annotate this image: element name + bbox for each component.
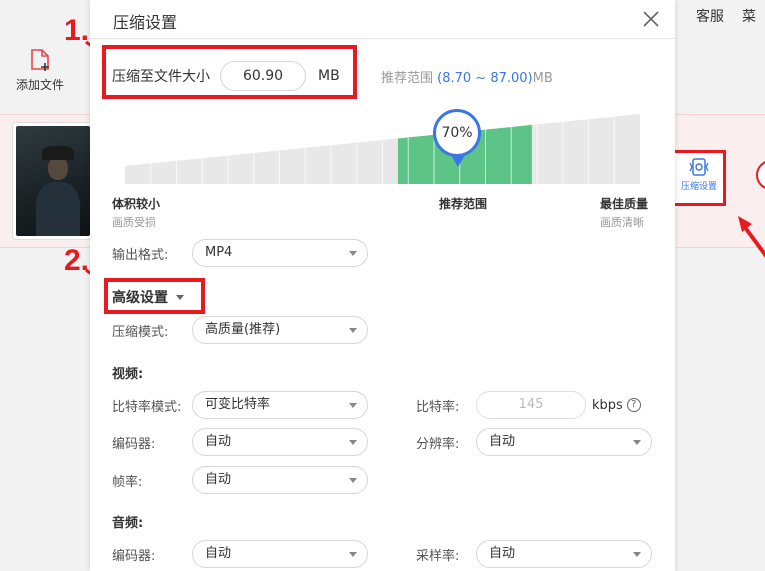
resolution-label: 分辨率: [416, 436, 460, 452]
quality-slider-track[interactable] [125, 114, 640, 184]
compress-settings-dialog: 压缩设置 压缩至文件大小 60.90 MB 推荐范围 (8.70 ~ 87.00… [90, 0, 675, 571]
scale-middle-title: 推荐范围 [439, 197, 488, 211]
compress-mode-row: 压缩模式: 高质量(推荐) [112, 316, 368, 344]
bitrate-unit: kbps [592, 397, 623, 413]
chevron-down-icon [349, 328, 357, 333]
recommend-range-prefix: 推荐范围 [381, 71, 434, 86]
chevron-down-icon [349, 251, 357, 256]
slider-pin-icon [451, 155, 465, 167]
audio-encoder-value: 自动 [205, 546, 232, 561]
help-icon[interactable]: ? [626, 398, 641, 412]
chevron-down-icon [349, 403, 357, 408]
scale-right-sub: 画质清晰 [600, 216, 644, 229]
recommend-range-value: (8.70 ~ 87.00) [437, 71, 533, 86]
chevron-down-icon [633, 440, 641, 445]
bitrate-input[interactable]: 145 [476, 391, 586, 419]
caret-down-icon [176, 294, 184, 300]
bitrate-mode-row: 比特率模式: 可变比特率 [112, 391, 368, 419]
recommend-range-unit: MB [532, 71, 553, 86]
video-encoder-select[interactable]: 自动 [192, 428, 368, 456]
audio-heading: 音频: [112, 516, 144, 531]
output-format-value: MP4 [205, 245, 233, 260]
target-size-input[interactable]: 60.90 [220, 61, 306, 91]
add-file-label: 添加文件 [15, 78, 64, 92]
compress-to-label: 压缩至文件大小 [112, 69, 210, 85]
scale-left-title: 体积较小 [112, 197, 161, 211]
compress-mode-select[interactable]: 高质量(推荐) [192, 316, 368, 344]
framerate-value: 自动 [205, 472, 232, 487]
video-encoder-row: 编码器: 自动 [112, 428, 368, 456]
video-heading: 视频: [112, 367, 144, 382]
framerate-row: 帧率: 自动 [112, 466, 368, 494]
samplerate-label: 采样率: [416, 548, 460, 564]
recommend-range-hint: 推荐范围 (8.70 ~ 87.00)MB [381, 67, 553, 86]
compress-settings-label: 压缩设置 [680, 182, 717, 192]
output-format-select[interactable]: MP4 [192, 239, 368, 267]
bitrate-row: 比特率: 145 kbps ? [416, 391, 641, 419]
chevron-down-icon [349, 440, 357, 445]
compress-mode-label: 压缩模式: [112, 324, 169, 340]
title-divider [90, 38, 675, 39]
scale-left-sub: 画质受损 [112, 216, 156, 229]
resolution-select[interactable]: 自动 [476, 428, 652, 456]
audio-encoder-label: 编码器: [112, 548, 156, 564]
chevron-down-icon [349, 552, 357, 557]
target-size-row: 压缩至文件大小 60.90 MB [112, 61, 340, 91]
bitrate-mode-select[interactable]: 可变比特率 [192, 391, 368, 419]
bitrate-label: 比特率: [416, 399, 460, 415]
video-encoder-value: 自动 [205, 434, 232, 449]
advanced-settings-label: 高级设置 [112, 290, 168, 306]
annotation-arrow-icon [738, 216, 765, 258]
audio-encoder-select[interactable]: 自动 [192, 540, 368, 568]
resolution-row: 分辨率: 自动 [416, 428, 652, 456]
add-file-button[interactable]: 添加文件 [10, 48, 70, 93]
dialog-title: 压缩设置 [113, 13, 178, 32]
add-file-icon [29, 48, 51, 72]
chevron-down-icon [633, 552, 641, 557]
bitrate-mode-label: 比特率模式: [112, 399, 182, 415]
samplerate-value: 自动 [489, 546, 516, 561]
scale-right-title: 最佳质量 [600, 197, 649, 211]
close-icon[interactable] [640, 8, 662, 30]
size-unit: MB [318, 68, 340, 84]
bitrate-mode-value: 可变比特率 [205, 397, 271, 412]
output-format-label: 输出格式: [112, 247, 169, 263]
output-format-row: 输出格式: MP4 [112, 239, 368, 267]
compress-mode-value: 高质量(推荐) [205, 322, 281, 337]
customer-service-link[interactable]: 客服 [696, 6, 724, 26]
video-encoder-label: 编码器: [112, 436, 156, 452]
quality-slider-handle[interactable]: 70% [433, 109, 481, 157]
framerate-select[interactable]: 自动 [192, 466, 368, 494]
video-thumbnail-card[interactable] [12, 122, 92, 240]
settings-icon [688, 157, 710, 177]
samplerate-select[interactable]: 自动 [476, 540, 652, 568]
samplerate-row: 采样率: 自动 [416, 540, 652, 568]
menu-link[interactable]: 菜 [742, 6, 756, 26]
resolution-value: 自动 [489, 434, 516, 449]
chevron-down-icon [349, 478, 357, 483]
video-thumbnail [16, 126, 90, 236]
audio-encoder-row: 编码器: 自动 [112, 540, 368, 568]
top-right-menu: 客服 菜 [696, 6, 756, 26]
compress-settings-button[interactable]: 压缩设置 [672, 150, 726, 206]
advanced-settings-toggle[interactable]: 高级设置 [112, 287, 184, 307]
framerate-label: 帧率: [112, 474, 143, 490]
